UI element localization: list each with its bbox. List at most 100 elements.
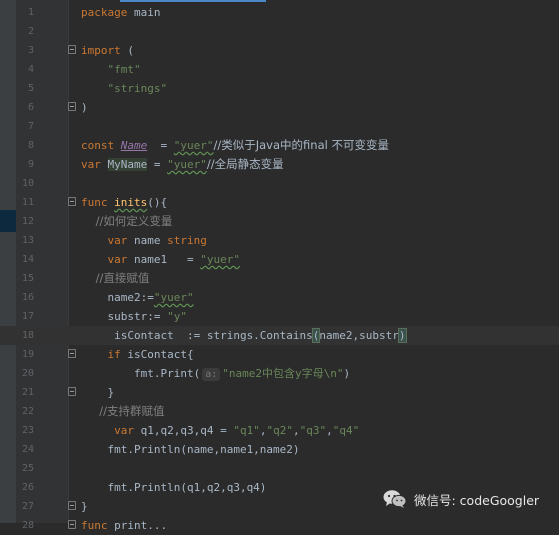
line-number: 22 — [21, 406, 34, 417]
code-token: var — [107, 234, 128, 247]
code-editor[interactable]: 1 package main 2 3 import (4 "fmt" 5 "strings… — [0, 0, 559, 532]
fold-marker-icon[interactable] — [68, 197, 76, 206]
fold-marker-icon[interactable] — [68, 387, 76, 396]
code-text: "fmt" — [81, 60, 141, 79]
code-token: "name2中包含y字母\n" — [222, 367, 344, 380]
line-number: 6 — [27, 102, 34, 113]
line-number: 1 — [27, 7, 34, 18]
code-token: , — [292, 424, 300, 437]
code-line[interactable]: 16 name2:="yuer" — [0, 288, 559, 307]
code-line[interactable]: 11 func inits(){ — [0, 193, 559, 212]
line-number: 27 — [21, 501, 34, 512]
code-line[interactable]: 24 fmt.Println(name,name1,name2) — [0, 440, 559, 459]
code-token: "yuer" — [153, 291, 194, 304]
code-token: ) — [81, 101, 88, 114]
code-line[interactable]: 14 var name1 = "yuer" — [0, 250, 559, 269]
code-token: ) — [343, 367, 351, 380]
code-token: = — [147, 158, 168, 171]
code-token: string — [167, 234, 207, 247]
code-text: func print... — [81, 516, 167, 535]
code-line[interactable]: 15 //直接赋值 — [0, 269, 559, 288]
code-line[interactable]: 22 //支持群赋值 — [0, 402, 559, 421]
code-line[interactable]: 4 "fmt" — [0, 60, 559, 79]
code-line[interactable]: 1 package main — [0, 3, 559, 22]
code-token: //直接赋值 — [81, 271, 150, 285]
code-token: isContact := strings.Contains — [81, 329, 313, 342]
code-token: name1 = — [127, 253, 201, 266]
code-token: "yuer" — [200, 253, 240, 266]
code-line[interactable]: 28 func print... — [0, 516, 559, 535]
code-token: var — [81, 158, 101, 171]
code-token: import — [81, 44, 121, 57]
code-text: var name1 = "yuer" — [81, 250, 240, 269]
line-number: 5 — [27, 83, 34, 94]
code-line[interactable]: 3 import ( — [0, 41, 559, 60]
code-line[interactable]: 7 — [0, 117, 559, 136]
code-token: Name — [120, 139, 148, 152]
code-text: var name string — [81, 231, 207, 250]
code-token: package — [81, 6, 128, 19]
code-text: name2:="yuer" — [81, 288, 194, 307]
line-number: 17 — [21, 311, 34, 322]
code-token: a: — [202, 368, 221, 381]
code-token: } — [81, 500, 88, 513]
code-text: "strings" — [81, 79, 168, 98]
code-text: //如何定义变量 — [81, 212, 173, 231]
code-line[interactable]: 21 } — [0, 383, 559, 402]
code-token: "strings" — [107, 82, 168, 95]
code-line[interactable]: 19 if isContact{ — [0, 345, 559, 364]
code-line[interactable]: 10 — [0, 174, 559, 193]
code-line[interactable]: 9 var MyName = "yuer"//全局静态变量 — [0, 155, 559, 174]
code-token: fmt.Println(name,name1,name2) — [81, 443, 300, 456]
code-line[interactable]: 6) — [0, 98, 559, 117]
fold-marker-icon[interactable] — [68, 45, 76, 54]
code-text: //支持群赋值 — [81, 402, 164, 421]
current-code-line[interactable]: 18 isContact := strings.Contains(name2,s… — [0, 326, 559, 345]
code-text: isContact := strings.Contains(name2,subs… — [81, 326, 407, 345]
editor-tab-accent — [120, 0, 266, 2]
line-number: 8 — [27, 140, 34, 151]
code-token: print... — [107, 519, 168, 532]
code-text: fmt.Print(a: "name2中包含y字母\n") — [81, 364, 350, 383]
code-token: "yuer" — [173, 139, 214, 152]
line-number: 23 — [21, 425, 34, 436]
code-token: "yuer" — [167, 158, 207, 171]
code-line[interactable]: 12 //如何定义变量 — [0, 212, 559, 231]
code-text: import ( — [81, 41, 134, 60]
code-token: var — [107, 253, 128, 266]
code-line[interactable]: 17 substr:= "y" — [0, 307, 559, 326]
line-number: 10 — [21, 178, 34, 189]
code-token: //如何定义变量 — [81, 214, 173, 228]
code-line[interactable]: 25 — [0, 459, 559, 478]
line-number: 3 — [27, 45, 34, 56]
code-token: ( — [120, 44, 134, 57]
line-number: 28 — [21, 520, 34, 531]
fold-marker-icon[interactable] — [68, 349, 76, 358]
line-number: 4 — [27, 64, 34, 75]
code-line[interactable]: 20 fmt.Print(a: "name2中包含y字母\n") — [0, 364, 559, 383]
code-token: "q2" — [266, 424, 293, 437]
wechat-watermark: 微信号: codeGoogler — [382, 488, 552, 510]
code-line[interactable]: 2 — [0, 22, 559, 41]
code-token: //类似于Java中的final 不可变变量 — [213, 138, 389, 152]
line-number: 21 — [21, 387, 34, 398]
code-token: isContact{ — [120, 348, 194, 361]
fold-marker-icon[interactable] — [68, 102, 76, 111]
code-token: name2,substr — [319, 329, 399, 342]
code-line[interactable]: 13 var name string — [0, 231, 559, 250]
line-number: 12 — [21, 216, 34, 227]
code-token: func — [81, 519, 108, 532]
line-number: 26 — [21, 482, 34, 493]
code-token: } — [81, 386, 115, 399]
code-line[interactable]: 8 const Name = "yuer"//类似于Java中的final 不可变… — [0, 136, 559, 155]
fold-marker-icon[interactable] — [68, 520, 76, 529]
code-token: fmt.Print( — [81, 367, 201, 380]
code-token: func — [81, 196, 108, 209]
code-line[interactable]: 23 var q1,q2,q3,q4 = "q1","q2","q3","q4" — [0, 421, 559, 440]
code-text: } — [81, 383, 114, 402]
code-text: substr:= "y" — [81, 307, 186, 326]
code-line[interactable]: 5 "strings" — [0, 79, 559, 98]
fold-marker-icon[interactable] — [68, 501, 76, 510]
